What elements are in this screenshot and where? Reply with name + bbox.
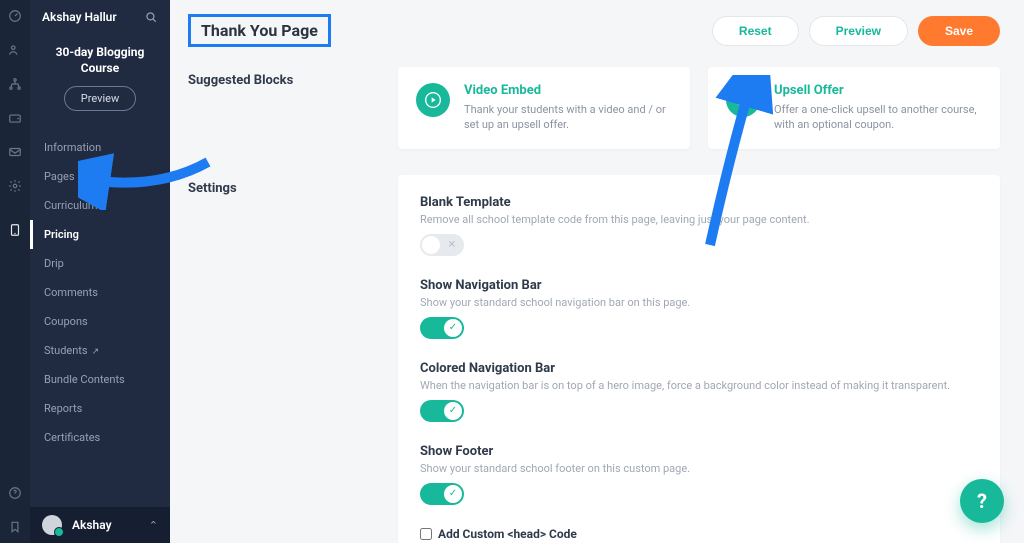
setting-desc: Remove all school template code from thi… xyxy=(420,213,978,226)
save-button[interactable]: Save xyxy=(918,16,1000,46)
help-icon[interactable] xyxy=(7,485,23,501)
toggle-show-footer[interactable]: ✓ xyxy=(420,483,464,505)
nav-bundle-contents[interactable]: Bundle Contents xyxy=(44,365,160,394)
nav-information[interactable]: Information xyxy=(44,133,160,162)
setting-title: Show Footer xyxy=(420,444,978,459)
setting-custom-head: Add Custom <head> Code Include custom HT… xyxy=(420,527,978,543)
block-upsell-offer[interactable]: Upsell Offer Offer a one-click upsell to… xyxy=(708,67,1000,149)
setting-blank-template: Blank Template Remove all school templat… xyxy=(420,195,978,256)
toggle-blank-template[interactable]: ✓ xyxy=(420,234,464,256)
toggle-show-nav[interactable]: ✓ xyxy=(420,317,464,339)
course-preview-button[interactable]: Preview xyxy=(64,86,136,111)
setting-title: Colored Navigation Bar xyxy=(420,361,978,376)
iconbar xyxy=(0,0,30,543)
gear-icon[interactable] xyxy=(7,178,23,194)
search-icon[interactable] xyxy=(144,10,158,24)
course-title: 30-day Blogging Course xyxy=(36,44,164,76)
preview-button[interactable]: Preview xyxy=(809,16,908,46)
section-label: Settings xyxy=(188,175,368,543)
nav-drip[interactable]: Drip xyxy=(44,249,160,278)
avatar xyxy=(42,515,62,535)
mail-icon[interactable] xyxy=(7,144,23,160)
block-title: Upsell Offer xyxy=(774,83,982,98)
block-desc: Thank your students with a video and / o… xyxy=(464,102,672,133)
toggle-colored-nav[interactable]: ✓ xyxy=(420,400,464,422)
play-circle-icon xyxy=(416,83,450,117)
wallet-icon[interactable] xyxy=(7,110,23,126)
nav-comments[interactable]: Comments xyxy=(44,278,160,307)
sidebar-user-top: Akshay Hallur xyxy=(42,10,117,24)
external-icon: ↗ xyxy=(92,347,100,357)
suggested-blocks-section: Suggested Blocks Video Embed Thank your … xyxy=(170,67,1024,175)
section-label: Suggested Blocks xyxy=(188,67,368,149)
nav-reports[interactable]: Reports xyxy=(44,394,160,423)
settings-section: Settings Blank Template Remove all schoo… xyxy=(170,175,1024,543)
setting-show-nav: Show Navigation Bar Show your standard s… xyxy=(420,278,978,339)
help-fab-label: ? xyxy=(977,489,987,513)
chevron-up-icon: ⌃ xyxy=(149,519,158,532)
nav-certificates[interactable]: Certificates xyxy=(44,423,160,452)
nav-pricing[interactable]: Pricing xyxy=(44,220,160,249)
main: Thank You Page Reset Preview Save Sugges… xyxy=(170,0,1024,543)
sidebar-nav: Information Pages Curriculum Pricing Dri… xyxy=(30,127,170,452)
sidebar: Akshay Hallur 30-day Blogging Course Pre… xyxy=(30,0,170,543)
setting-colored-nav: Colored Navigation Bar When the navigati… xyxy=(420,361,978,422)
setting-desc: When the navigation bar is on top of a h… xyxy=(420,379,978,392)
setting-show-footer: Show Footer Show your standard school fo… xyxy=(420,444,978,505)
help-fab[interactable]: ? xyxy=(960,479,1004,523)
sitemap-icon[interactable] xyxy=(7,76,23,92)
setting-title: Add Custom <head> Code xyxy=(438,527,577,541)
user-name: Akshay xyxy=(72,518,112,532)
topbar: Thank You Page Reset Preview Save xyxy=(170,0,1024,67)
custom-head-checkbox-row[interactable]: Add Custom <head> Code xyxy=(420,527,978,541)
bookmark-icon[interactable] xyxy=(7,519,23,535)
sidebar-user-bottom[interactable]: Akshay ⌃ xyxy=(30,507,170,543)
setting-title: Show Navigation Bar xyxy=(420,278,978,293)
card-icon xyxy=(726,83,760,117)
setting-desc: Show your standard school footer on this… xyxy=(420,462,978,475)
nav-curriculum[interactable]: Curriculum xyxy=(44,191,160,220)
block-title: Video Embed xyxy=(464,83,672,98)
page-title-box: Thank You Page xyxy=(188,14,331,47)
custom-head-checkbox[interactable] xyxy=(420,528,432,540)
block-desc: Offer a one-click upsell to another cour… xyxy=(774,102,982,133)
users-icon[interactable] xyxy=(7,42,23,58)
reset-button[interactable]: Reset xyxy=(712,16,799,46)
settings-panel: Blank Template Remove all school templat… xyxy=(398,175,1000,543)
nav-students[interactable]: Students↗ xyxy=(44,336,160,365)
gauge-icon[interactable] xyxy=(7,8,23,24)
block-video-embed[interactable]: Video Embed Thank your students with a v… xyxy=(398,67,690,149)
nav-pages[interactable]: Pages xyxy=(44,162,160,191)
setting-title: Blank Template xyxy=(420,195,978,210)
nav-coupons[interactable]: Coupons xyxy=(44,307,160,336)
tablet-icon[interactable] xyxy=(7,222,23,238)
page-title: Thank You Page xyxy=(201,21,318,40)
setting-desc: Show your standard school navigation bar… xyxy=(420,296,978,309)
course-box: 30-day Blogging Course Preview xyxy=(30,34,170,127)
